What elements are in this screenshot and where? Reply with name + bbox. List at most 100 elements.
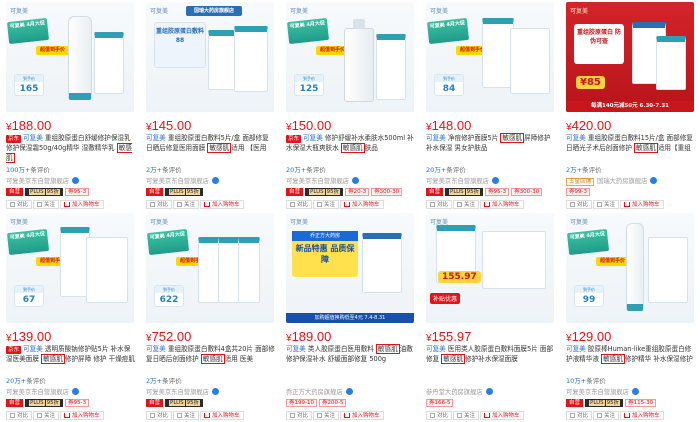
product-card[interactable]: 可复美 可复美 4月大促 超值到手价 到手价 67 ¥139.00 京东 可复美 透明质酸钠修… [0, 211, 140, 422]
product-title[interactable]: 可复美 重组胶原蛋白敷料5片/盒 面部修复 日晒后修复医用面膜 敏感肌 适用 【医… [146, 133, 276, 163]
shop-label[interactable]: 可复美京东自营旗舰店 [146, 389, 209, 396]
add-to-cart-button[interactable]: 加入购物车 [480, 411, 524, 420]
review-count[interactable]: 20万+条评价 [426, 164, 466, 174]
compare-button[interactable]: 对比 [566, 411, 593, 420]
add-to-cart-button[interactable]: 加入购物车 [200, 411, 244, 420]
follow-button[interactable]: 关注 [173, 200, 200, 209]
shop-name[interactable]: 可复美京东自营旗舰店 [566, 387, 639, 396]
review-count[interactable]: 10万+条评价 [566, 375, 606, 385]
review-count[interactable]: 20万+条评价 [6, 375, 46, 385]
product-title[interactable]: 可复美 净痘修护面膜5片 敏感肌 屏障修护补水保湿 男女护肤品 [426, 133, 556, 163]
add-to-cart-button[interactable]: 加入购物车 [60, 200, 104, 209]
follow-button[interactable]: 关注 [593, 411, 620, 420]
product-title[interactable]: 京东 可复美 透明质酸钠修护贴5片 补水保湿医美面膜 敏感肌 修护屏障 修护 干燥痘… [6, 344, 136, 374]
shop-name[interactable]: 乔正方大药房旗舰店 [286, 387, 353, 396]
follow-button[interactable]: 关注 [313, 411, 340, 420]
product-image[interactable]: 可复美 重组胶原蛋白 防伪可查 ¥85 每满140元减50元 6.30-7.31 [566, 2, 694, 112]
product-title[interactable]: 京东 可复美 重组胶原蛋白舒缓修护保湿乳修护保湿霜50g/40g精华 湿敷精华乳 … [6, 133, 136, 163]
product-image[interactable]: 可复美 可复美 4月大促 超值到手价 到手价 67 [6, 213, 134, 323]
compare-button[interactable]: 对比 [286, 200, 313, 209]
add-to-cart-button[interactable]: 加入购物车 [620, 411, 664, 420]
follow-button[interactable]: 关注 [593, 200, 620, 209]
product-title[interactable]: 可复美 重组胶原蛋白敷料15片/盒 面部修复日晒光子术后创面修护 敏感肌 适用【重… [566, 133, 696, 163]
review-count[interactable]: 100万+条评价 [6, 164, 50, 174]
shop-label[interactable]: 参丹堂大药房旗舰店 [426, 389, 483, 396]
product-card[interactable]: 可复美 155.97 补贴优惠 ¥155.97 可复美 医用类人胶原蛋白敷料面膜5片 面… [420, 211, 560, 422]
product-card[interactable]: 可复美 可复美 4月大促 超值到手价 到手价 84 ¥148.00 可复美 净痘修护面膜5片… [420, 0, 560, 211]
add-to-cart-button[interactable]: 加入购物车 [200, 200, 244, 209]
product-image[interactable]: 可复美 155.97 补贴优惠 [426, 213, 554, 323]
review-count[interactable]: 2万+条评价 [146, 375, 182, 385]
compare-button[interactable]: 对比 [566, 200, 593, 209]
product-title[interactable]: 可复美 胶原棒Human-like重组胶原蛋白修护液精华液 敏感肌 修护精华 补水… [566, 344, 696, 374]
review-count[interactable]: 2万+条评价 [146, 164, 182, 174]
chat-icon[interactable] [71, 177, 79, 184]
shop-label[interactable]: 可复美京东自营旗舰店 [6, 389, 69, 396]
shop-label[interactable]: 可复美京东自营旗舰店 [286, 178, 349, 185]
product-title[interactable]: 可复美 重组胶原蛋白敷料4盒共20片 面部修复日晒后创面修护 敏感肌 适用 医美 [146, 344, 276, 374]
follow-button[interactable]: 关注 [453, 411, 480, 420]
product-image[interactable]: 可复美 可复美 4月大促 超值到手价 到手价 125 [286, 2, 414, 112]
compare-button[interactable]: 对比 [426, 200, 453, 209]
chat-icon[interactable] [351, 177, 359, 184]
product-card[interactable]: 可复美 重组胶原蛋白敷料 88 国瑞大药房旗舰店 ¥145.00 可复美 重组胶原蛋白敷… [140, 0, 280, 211]
chat-icon[interactable] [345, 388, 353, 395]
shop-label[interactable]: 可复美京东自营旗舰店 [6, 178, 69, 185]
product-image[interactable]: 可复美 可复美 4月大促 超值到手价 到手价 84 [426, 2, 554, 112]
add-to-cart-button[interactable]: 加入购物车 [340, 411, 384, 420]
follow-button[interactable]: 关注 [313, 200, 340, 209]
compare-button[interactable]: 对比 [146, 200, 173, 209]
chat-icon[interactable] [631, 388, 639, 395]
chat-icon[interactable] [211, 177, 219, 184]
shop-name[interactable]: 可复美京东自营旗舰店 [286, 176, 359, 185]
shop-name[interactable]: 五星店铺 国瑞大药房旗舰店 [566, 176, 658, 186]
product-title[interactable]: 京东 可复美 修护舒缓补水柔肤水500ml 补水保湿大瓶爽肤水 敏感肌 肤品 [286, 133, 416, 163]
compare-button[interactable]: 对比 [286, 411, 313, 420]
product-title[interactable]: 可复美 类人胶原蛋白医用敷料 敏感肌 油敷修护保湿补水 舒缓面部修复 500g [286, 344, 416, 374]
shop-name[interactable]: 参丹堂大药房旗舰店 [426, 387, 493, 396]
chat-icon[interactable] [211, 388, 219, 395]
add-to-cart-button[interactable]: 加入购物车 [60, 411, 104, 420]
follow-button[interactable]: 关注 [33, 411, 60, 420]
follow-button[interactable]: 关注 [173, 411, 200, 420]
product-title[interactable]: 可复美 医用类人胶原蛋白敷料面膜5片 面部修复 敏感肌 修护补水保湿面膜 [426, 344, 556, 374]
compare-button[interactable]: 对比 [6, 200, 33, 209]
chat-icon[interactable] [71, 388, 79, 395]
review-count[interactable]: 20万+条评价 [286, 164, 326, 174]
shop-name[interactable]: 可复美京东自营旗舰店 [146, 176, 219, 185]
shop-name[interactable]: 可复美京东自营旗舰店 [6, 387, 79, 396]
product-card[interactable]: 可复美 可复美 4月大促 超值到手价 到手价 125 ¥150.00 京东 可复美 修护舒缓补… [280, 0, 420, 211]
follow-button[interactable]: 关注 [453, 200, 480, 209]
shop-name[interactable]: 可复美京东自营旗舰店 [6, 176, 79, 185]
shop-label[interactable]: 可复美京东自营旗舰店 [566, 389, 629, 396]
shop-name[interactable]: 可复美京东自营旗舰店 [146, 387, 219, 396]
shop-label[interactable]: 乔正方大药房旗舰店 [286, 389, 343, 396]
product-card[interactable]: 可复美 可复美 4月大促 超值到手价 到手价 165 ¥188.00 京东 可复美 重组胶原蛋… [0, 0, 140, 211]
product-image[interactable]: 可复美 乔正方大药房 新品特惠 品质保障 加购超值换购低至4元 7.4-8.31 [286, 213, 414, 323]
product-card[interactable]: 可复美 乔正方大药房 新品特惠 品质保障 加购超值换购低至4元 7.4-8.31 ¥18… [280, 211, 420, 422]
product-image[interactable]: 可复美 可复美 4月大促 超值到手价 到手价 622 [146, 213, 274, 323]
add-to-cart-button[interactable]: 加入购物车 [480, 200, 524, 209]
product-image[interactable]: 可复美 重组胶原蛋白敷料 88 国瑞大药房旗舰店 [146, 2, 274, 112]
compare-button[interactable]: 对比 [6, 411, 33, 420]
follow-button[interactable]: 关注 [33, 200, 60, 209]
review-count[interactable]: 2万+条评价 [566, 164, 602, 174]
product-card[interactable]: 可复美 可复美 4月大促 超值到手价 到手价 99 ¥129.00 可复美 胶原棒Human… [560, 211, 700, 422]
add-to-cart-button[interactable]: 加入购物车 [340, 200, 384, 209]
add-to-cart-button[interactable]: 加入购物车 [620, 200, 664, 209]
shop-label[interactable]: 可复美京东自营旗舰店 [426, 178, 489, 185]
chat-icon[interactable] [491, 177, 499, 184]
product-image[interactable]: 可复美 可复美 4月大促 超值到手价 到手价 165 [6, 2, 134, 112]
price-tag-value: 99 [582, 295, 596, 305]
product-image[interactable]: 可复美 可复美 4月大促 超值到手价 到手价 99 [566, 213, 694, 323]
product-card[interactable]: 可复美 可复美 4月大促 超值到手价 到手价 622 ¥752.00 可复美 重组胶原蛋白敷… [140, 211, 280, 422]
shop-label[interactable]: 可复美京东自营旗舰店 [146, 178, 209, 185]
chat-icon[interactable] [485, 388, 493, 395]
shop-name[interactable]: 可复美京东自营旗舰店 [426, 176, 499, 185]
shop-label[interactable]: 国瑞大药房旗舰店 [597, 178, 647, 185]
package-box [510, 28, 550, 94]
compare-button[interactable]: 对比 [146, 411, 173, 420]
compare-button[interactable]: 对比 [426, 411, 453, 420]
product-card[interactable]: 可复美 重组胶原蛋白 防伪可查 ¥85 每满140元减50元 6.30-7.31 ¥42… [560, 0, 700, 211]
chat-icon[interactable] [650, 177, 658, 184]
